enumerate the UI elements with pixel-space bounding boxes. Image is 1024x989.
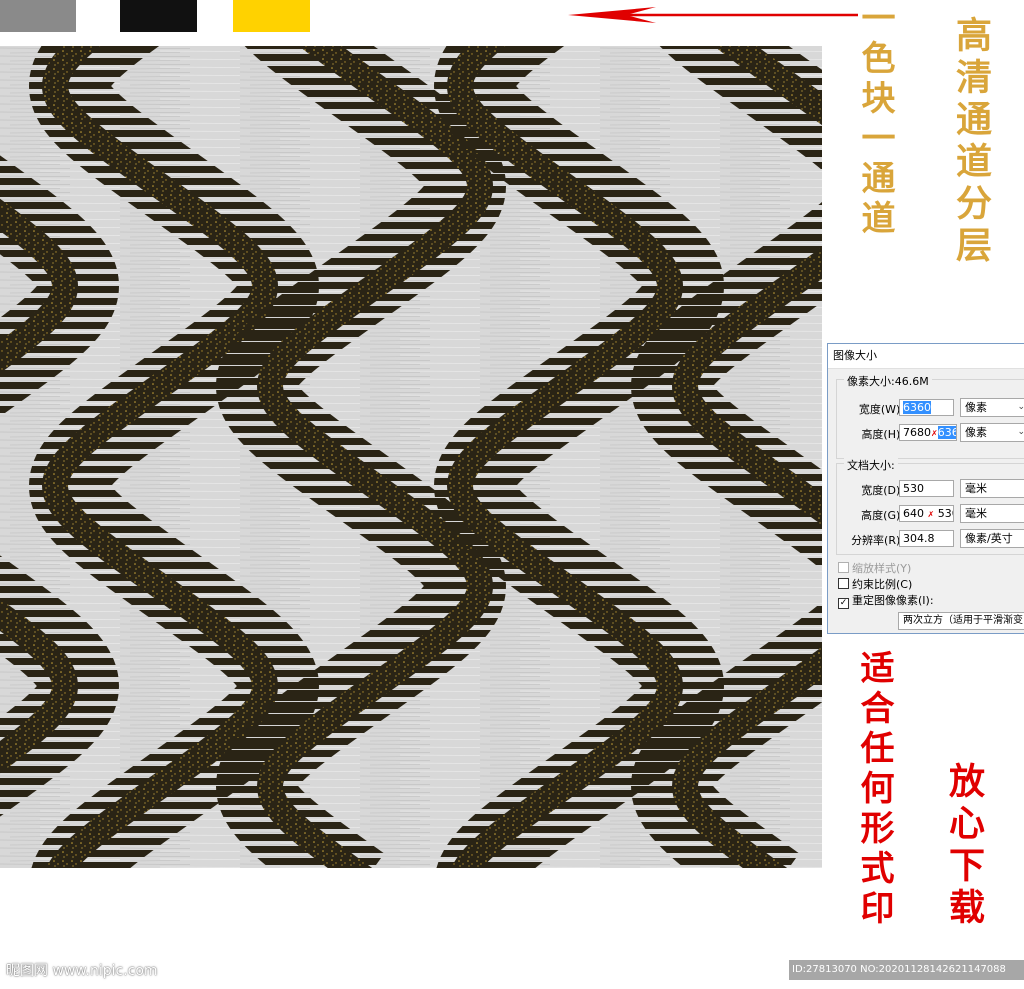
annotation-suitable-print: 适合任何形式印 — [854, 650, 894, 930]
resolution-label: 分辨率(R): — [851, 534, 904, 547]
height-input[interactable]: 7680✗6360 — [899, 424, 957, 441]
annotation-color-channel: 一色块一通道 — [855, 0, 895, 240]
width-label: 宽度(W): — [858, 403, 904, 416]
pattern-preview — [0, 46, 822, 868]
constrain-proportions-checkbox[interactable]: 约束比例(C) — [838, 576, 912, 592]
swatch-yellow — [233, 0, 310, 32]
pixel-dimensions-label: 像素大小:46.6M — [844, 373, 932, 389]
width-unit-select[interactable]: 像素⌄ — [960, 398, 1024, 417]
red-arrow-icon — [568, 7, 858, 23]
chevron-down-icon: ⌄ — [1017, 399, 1024, 416]
scale-styles-checkbox[interactable]: 缩放样式(Y) — [838, 560, 911, 576]
doc-height-unit-select[interactable]: 毫米 — [960, 504, 1024, 523]
pixel-dimensions-group — [836, 379, 1024, 459]
image-size-dialog: 图像大小 像素大小:46.6M 宽度(W): 6360 像素⌄ 高度(H): 7… — [827, 343, 1024, 634]
annotation-download: 放心下载 — [943, 762, 985, 930]
image-id-watermark: ID:27813070 NO:20201128142621147088 — [789, 960, 1024, 980]
resample-checkbox[interactable]: ✓ 重定图像像素(I): — [838, 592, 934, 609]
doc-width-input[interactable]: 530 — [899, 480, 954, 497]
site-watermark: 昵图网 www.nipic.com — [6, 963, 158, 979]
doc-height-input[interactable]: 640 ✗ 530 — [899, 505, 954, 522]
resample-method-select[interactable]: 两次立方（适用于平滑渐变 — [898, 612, 1024, 630]
swatch-black — [120, 0, 197, 32]
resolution-unit-select[interactable]: 像素/英寸 — [960, 529, 1024, 548]
resolution-input[interactable]: 304.8 — [899, 530, 954, 547]
height-label: 高度(H): — [861, 428, 904, 441]
chevron-down-icon: ⌄ — [1017, 424, 1024, 441]
annotation-hd-layers: 高清通道分层 — [950, 16, 992, 268]
dialog-title: 图像大小 — [828, 344, 1024, 369]
height-unit-select[interactable]: 像素⌄ — [960, 423, 1024, 442]
doc-width-unit-select[interactable]: 毫米 — [960, 479, 1024, 498]
width-input[interactable]: 6360 — [899, 399, 954, 416]
doc-width-label: 宽度(D): — [861, 484, 904, 497]
swatch-gray — [0, 0, 76, 32]
document-size-label: 文档大小: — [844, 457, 898, 473]
doc-height-label: 高度(G): — [861, 509, 904, 522]
